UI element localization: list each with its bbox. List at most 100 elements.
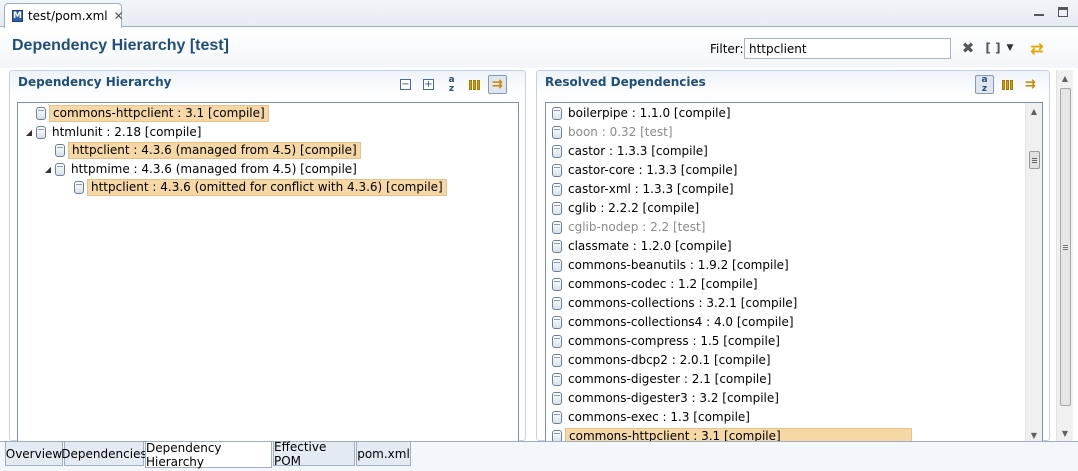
link-with-selection-button[interactable]: ⇉ bbox=[1021, 75, 1040, 94]
jar-icon bbox=[552, 259, 562, 272]
dependency-tree[interactable]: commons-httpclient : 3.1 [compile] ◢ htmlu… bbox=[17, 102, 519, 442]
list-item-label: castor-xml : 1.3.3 [compile] bbox=[568, 182, 734, 196]
minimize-icon[interactable] bbox=[1032, 5, 1046, 19]
scroll-thumb[interactable] bbox=[1029, 151, 1040, 169]
filter-label: Filter: bbox=[710, 42, 744, 56]
scroll-up-arrow[interactable]: ▲ bbox=[1057, 70, 1073, 86]
list-item[interactable]: commons-exec : 1.3 [compile] bbox=[552, 408, 753, 427]
jar-icon bbox=[552, 164, 562, 177]
jar-icon bbox=[552, 373, 562, 386]
list-item[interactable]: classmate : 1.2.0 [compile] bbox=[552, 237, 735, 256]
jar-icon bbox=[55, 162, 65, 176]
maximize-icon[interactable] bbox=[1056, 5, 1070, 19]
brackets-icon[interactable]: [ ] bbox=[985, 40, 1001, 56]
tab-dependency-hierarchy[interactable]: Dependency Hierarchy bbox=[145, 441, 272, 469]
list-item-label: commons-dbcp2 : 2.0.1 [compile] bbox=[568, 353, 771, 367]
list-item[interactable]: commons-digester3 : 3.2 [compile] bbox=[552, 389, 782, 408]
sort-button[interactable]: az bbox=[442, 75, 461, 94]
list-item-label: commons-exec : 1.3 [compile] bbox=[568, 410, 750, 424]
list-item-label: commons-compress : 1.5 [compile] bbox=[568, 334, 780, 348]
list-item[interactable]: boilerpipe : 1.1.0 [compile] bbox=[552, 104, 734, 123]
tree-item[interactable]: httpclient : 4.3.6 (managed from 4.5) [c… bbox=[41, 141, 361, 160]
list-item[interactable]: castor : 1.3.3 [compile] bbox=[552, 142, 711, 161]
jar-icon bbox=[552, 240, 562, 253]
link-with-selection-button[interactable]: ⇉ bbox=[488, 75, 507, 94]
tab-pom-xml[interactable]: pom.xml bbox=[356, 442, 411, 466]
list-item-label: commons-codec : 1.2 [compile] bbox=[568, 277, 758, 291]
list-item[interactable]: commons-httpclient : 3.1 [compile] bbox=[552, 427, 912, 442]
list-item[interactable]: commons-beanutils : 1.9.2 [compile] bbox=[552, 256, 792, 275]
tab-dependencies[interactable]: Dependencies bbox=[61, 442, 147, 466]
expand-all-button[interactable]: + bbox=[419, 75, 438, 94]
tree-item-label: httpmime : 4.3.6 (managed from 4.5) [com… bbox=[71, 161, 357, 176]
show-group-button[interactable] bbox=[998, 75, 1017, 94]
resolved-toolbar: az ⇉ bbox=[975, 75, 1040, 94]
expand-toggle-icon[interactable]: ◢ bbox=[41, 165, 55, 174]
hierarchy-toolbar: − + az ⇉ bbox=[396, 75, 507, 94]
jar-icon bbox=[55, 144, 65, 157]
scroll-down-arrow[interactable]: ▼ bbox=[1026, 427, 1042, 442]
refresh-icon[interactable]: ⇄ bbox=[1028, 39, 1046, 58]
list-item-label: boon : 0.32 [test] bbox=[568, 125, 673, 139]
list-item[interactable]: commons-collections4 : 4.0 [compile] bbox=[552, 313, 797, 332]
list-item-label: commons-collections : 3.2.1 [compile] bbox=[568, 296, 798, 310]
resolved-list-scrollbar[interactable]: ▲ ▼ bbox=[1025, 103, 1042, 442]
tab-overview[interactable]: Overview bbox=[5, 442, 63, 466]
jar-icon bbox=[552, 145, 562, 158]
list-item-label: castor : 1.3.3 [compile] bbox=[568, 144, 708, 158]
list-item[interactable]: commons-digester : 2.1 [compile] bbox=[552, 370, 774, 389]
editor-tab-strip: M test/pom.xml ✕ bbox=[0, 0, 1078, 28]
list-item[interactable]: castor-core : 1.3.3 [compile] bbox=[552, 161, 740, 180]
list-item-label: boilerpipe : 1.1.0 [compile] bbox=[568, 106, 731, 120]
list-item[interactable]: cglib : 2.2.2 [compile] bbox=[552, 199, 702, 218]
show-group-icon bbox=[469, 79, 480, 90]
jar-icon bbox=[74, 181, 84, 194]
jar-icon bbox=[552, 221, 562, 234]
scroll-up-arrow[interactable]: ▲ bbox=[1026, 103, 1042, 119]
sort-button[interactable]: az bbox=[975, 75, 994, 94]
tree-item[interactable]: httpclient : 4.3.6 (omitted for conflict… bbox=[60, 178, 447, 197]
list-item[interactable]: boon : 0.32 [test] bbox=[552, 123, 676, 142]
window-controls bbox=[1032, 5, 1070, 19]
jar-icon bbox=[552, 126, 562, 139]
editor-tab-pom[interactable]: M test/pom.xml ✕ bbox=[4, 3, 124, 28]
tab-effective-pom[interactable]: Effective POM bbox=[273, 440, 355, 468]
dependency-hierarchy-section: Dependency Hierarchy − + az ⇉ commons-ht… bbox=[9, 70, 526, 442]
list-item[interactable]: commons-collections : 3.2.1 [compile] bbox=[552, 294, 800, 313]
chevron-down-icon[interactable]: ▼ bbox=[1004, 40, 1016, 56]
tree-item[interactable]: ◢ httpmime : 4.3.6 (managed from 4.5) [co… bbox=[41, 160, 360, 179]
tree-item[interactable]: ◢ htmlunit : 2.18 [compile] bbox=[22, 123, 204, 142]
jar-icon bbox=[552, 354, 562, 367]
list-item[interactable]: cglib-nodep : 2.2 [test] bbox=[552, 218, 708, 237]
jar-icon bbox=[552, 297, 562, 310]
editor-tab-label: test/pom.xml bbox=[27, 9, 108, 23]
jar-icon bbox=[552, 335, 562, 348]
sort-az-icon: az bbox=[448, 74, 455, 94]
jar-icon bbox=[552, 411, 562, 424]
show-group-button[interactable] bbox=[465, 75, 484, 94]
tree-item[interactable]: commons-httpclient : 3.1 [compile] bbox=[22, 104, 269, 123]
list-item-label: commons-digester3 : 3.2 [compile] bbox=[568, 391, 779, 405]
list-item[interactable]: commons-dbcp2 : 2.0.1 [compile] bbox=[552, 351, 774, 370]
page-scrollbar[interactable]: ▲ ▼ bbox=[1056, 70, 1073, 441]
scroll-down-arrow[interactable]: ▼ bbox=[1057, 425, 1073, 441]
jar-icon bbox=[36, 107, 46, 120]
jar-icon bbox=[552, 316, 562, 329]
close-icon[interactable]: ✕ bbox=[114, 9, 124, 23]
scroll-thumb[interactable] bbox=[1060, 88, 1071, 406]
list-item[interactable]: commons-codec : 1.2 [compile] bbox=[552, 275, 761, 294]
form-header: Dependency Hierarchy [test] Filter: ✖ [ … bbox=[0, 28, 1078, 68]
filter-input[interactable] bbox=[744, 38, 951, 59]
page-tabs: Overview Dependencies Dependency Hierarchy… bbox=[0, 440, 1078, 471]
clear-filter-icon[interactable]: ✖ bbox=[960, 39, 976, 57]
collapse-all-button[interactable]: − bbox=[396, 75, 415, 94]
list-item-label: commons-beanutils : 1.9.2 [compile] bbox=[568, 258, 789, 272]
tree-item-label: httpclient : 4.3.6 (omitted for conflict… bbox=[87, 179, 447, 196]
list-item-label: commons-digester : 2.1 [compile] bbox=[568, 372, 772, 386]
jar-icon bbox=[552, 392, 562, 405]
resolved-list[interactable]: boilerpipe : 1.1.0 [compile] boon : 0.32 … bbox=[545, 102, 1043, 442]
list-item[interactable]: commons-compress : 1.5 [compile] bbox=[552, 332, 783, 351]
expand-toggle-icon[interactable]: ◢ bbox=[22, 128, 36, 137]
list-item[interactable]: castor-xml : 1.3.3 [compile] bbox=[552, 180, 737, 199]
list-item-label: classmate : 1.2.0 [compile] bbox=[568, 239, 732, 253]
